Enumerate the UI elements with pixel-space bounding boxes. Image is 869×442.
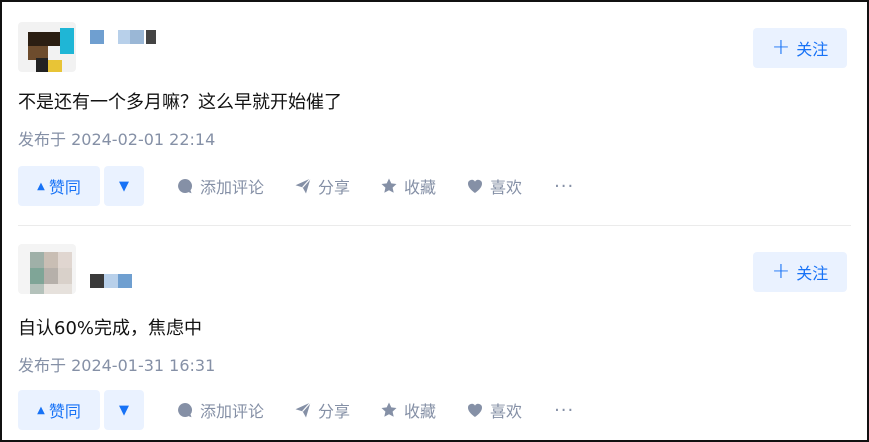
comment-item: + 关注 自认60%完成，焦虑中 发布于 2024-01-31 16:31 ▲ … [2, 234, 867, 440]
avatar[interactable] [18, 22, 76, 72]
follow-button[interactable]: + 关注 [753, 252, 847, 292]
paper-plane-icon [295, 178, 311, 194]
follow-label: 关注 [796, 264, 829, 283]
add-comment-button[interactable]: 添加评论 [176, 174, 264, 198]
comment-item: + 关注 不是还有一个多月嘛？这么早就开始催了 发布于 2024-02-01 2… [2, 12, 867, 222]
upvote-label: 赞同 [48, 178, 81, 197]
add-comment-label: 添加评论 [200, 402, 265, 421]
triangle-down-icon: ▼ [119, 178, 129, 194]
collect-label: 收藏 [404, 178, 437, 197]
collect-button[interactable]: 收藏 [380, 174, 436, 198]
triangle-up-icon: ▲ [37, 180, 45, 192]
like-label: 喜欢 [490, 402, 523, 421]
more-button[interactable]: ··· [554, 176, 574, 197]
follow-button[interactable]: + 关注 [753, 28, 847, 68]
comment-content: 不是还有一个多月嘛？这么早就开始催了 [18, 92, 342, 113]
upvote-label: 赞同 [48, 402, 81, 421]
publish-time: 发布于 2024-01-31 16:31 [18, 356, 216, 375]
star-icon [381, 178, 397, 193]
like-label: 喜欢 [490, 178, 523, 197]
answer-list: + 关注 不是还有一个多月嘛？这么早就开始催了 发布于 2024-02-01 2… [0, 0, 869, 442]
downvote-button[interactable]: ▼ [104, 390, 144, 430]
action-bar: ▲ 赞同 ▼ 添加评论 分享 收藏 喜欢 ··· [18, 390, 574, 430]
follow-label: 关注 [796, 40, 829, 59]
heart-icon [468, 403, 483, 417]
share-label: 分享 [318, 402, 351, 421]
share-button[interactable]: 分享 [294, 174, 350, 198]
plus-icon: + [771, 259, 791, 284]
plus-icon: + [771, 35, 791, 60]
downvote-button[interactable]: ▼ [104, 166, 144, 206]
paper-plane-icon [295, 402, 311, 418]
divider [18, 225, 851, 226]
triangle-down-icon: ▼ [119, 402, 129, 418]
comment-bubble-icon [178, 403, 192, 418]
collect-button[interactable]: 收藏 [380, 398, 436, 422]
comment-content: 自认60%完成，焦虑中 [18, 318, 203, 339]
like-button[interactable]: 喜欢 [466, 174, 522, 198]
add-comment-label: 添加评论 [200, 178, 265, 197]
more-button[interactable]: ··· [554, 400, 574, 421]
star-icon [381, 402, 397, 417]
username-blurred[interactable] [88, 270, 168, 290]
share-button[interactable]: 分享 [294, 398, 350, 422]
avatar[interactable] [18, 244, 76, 294]
comment-bubble-icon [178, 179, 192, 194]
action-bar: ▲ 赞同 ▼ 添加评论 分享 收藏 喜欢 ··· [18, 166, 574, 206]
collect-label: 收藏 [404, 402, 437, 421]
upvote-button[interactable]: ▲ 赞同 [18, 166, 100, 206]
publish-time: 发布于 2024-02-01 22:14 [18, 130, 216, 149]
upvote-button[interactable]: ▲ 赞同 [18, 390, 100, 430]
heart-icon [468, 179, 483, 193]
add-comment-button[interactable]: 添加评论 [176, 398, 264, 422]
triangle-up-icon: ▲ [37, 404, 45, 416]
share-label: 分享 [318, 178, 351, 197]
like-button[interactable]: 喜欢 [466, 398, 522, 422]
username-blurred[interactable] [88, 26, 168, 46]
